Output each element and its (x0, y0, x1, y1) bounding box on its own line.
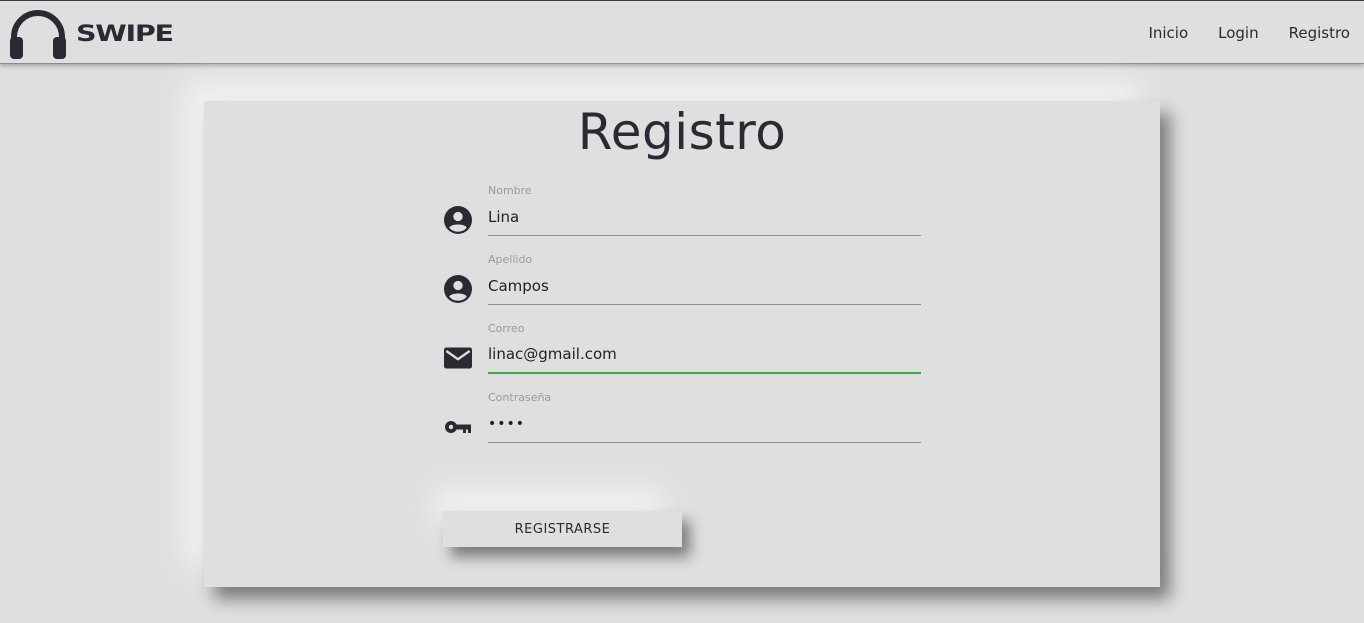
field-apellido: Apellido (444, 253, 922, 313)
field-label: Nombre (488, 184, 532, 197)
nombre-input[interactable] (488, 198, 921, 236)
field-correo: Correo (444, 322, 922, 382)
field-label: Correo (488, 322, 525, 335)
account-circle-icon (444, 206, 472, 234)
page-title: Registro (577, 103, 787, 161)
mail-icon (444, 344, 472, 372)
nav-item-login[interactable]: Login (1218, 24, 1258, 42)
headphones-icon (8, 9, 68, 59)
field-contrasena: Contraseña (444, 391, 922, 451)
field-label: Contraseña (488, 391, 552, 404)
nav-item-inicio[interactable]: Inicio (1148, 24, 1188, 42)
nav-links: Inicio Login Registro (1118, 1, 1350, 65)
registration-card: Registro Nombre Apellido (204, 101, 1160, 587)
field-label: Apellido (488, 253, 533, 266)
key-icon (444, 413, 472, 441)
correo-input[interactable] (488, 336, 921, 374)
brand-name: SWIPE (76, 21, 174, 47)
account-circle-icon (444, 275, 472, 303)
apellido-input[interactable] (488, 267, 921, 305)
field-nombre: Nombre (444, 184, 922, 244)
contrasena-input[interactable] (488, 405, 921, 443)
navbar: SWIPE Inicio Login Registro (0, 0, 1364, 64)
registrarse-button[interactable]: REGISTRARSE (443, 511, 682, 547)
nav-item-registro[interactable]: Registro (1289, 24, 1350, 42)
brand-logo[interactable]: SWIPE (8, 9, 174, 59)
